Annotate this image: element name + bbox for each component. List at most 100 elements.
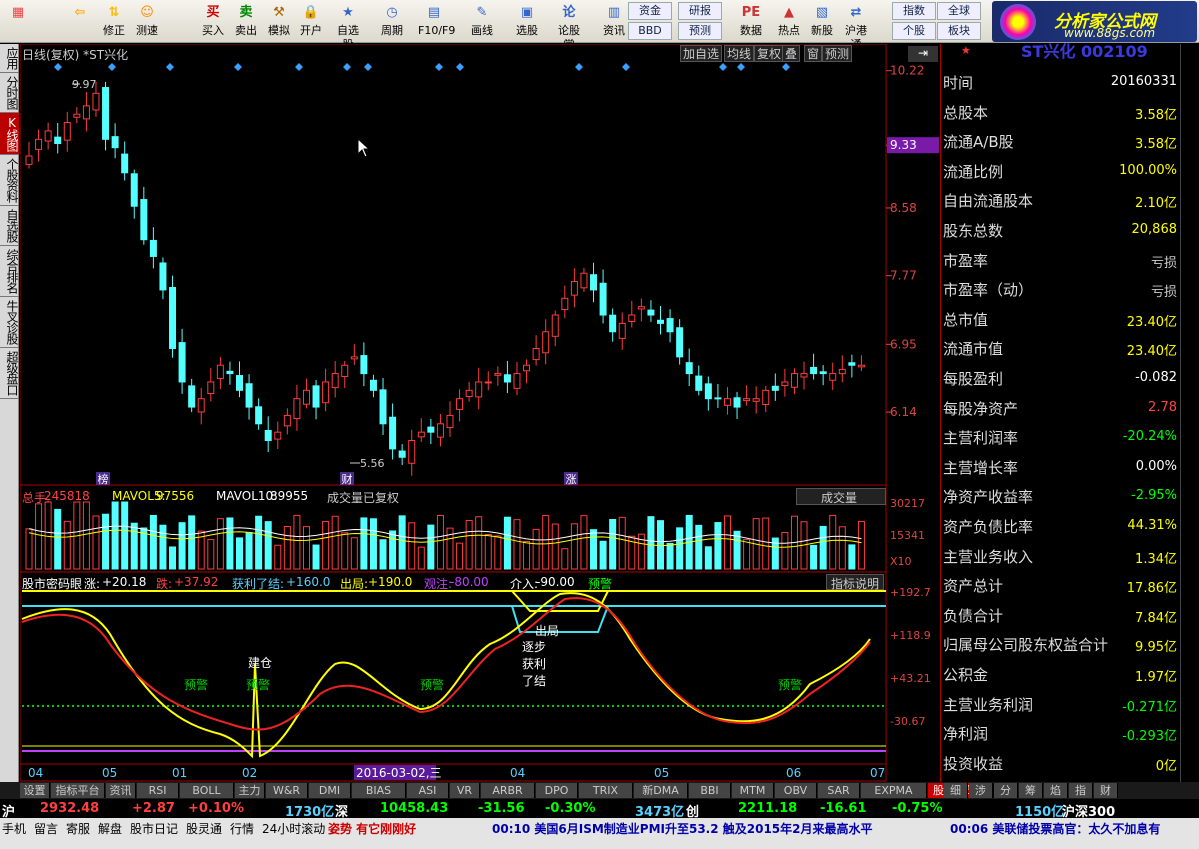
tab-19[interactable]: EXPMA (861, 783, 927, 798)
volume-bar (341, 532, 349, 570)
tab-16[interactable]: MTM (732, 783, 774, 798)
tab-6[interactable]: W&R (266, 783, 308, 798)
clock-button[interactable]: ◷ 周期 (376, 1, 408, 42)
candle-body (580, 272, 588, 289)
kline-chart-area[interactable]: 日线(复权) *ST兴化 加自选 均线 复权叠窗预测 ⇥ 10.22 9.33 8.58… (20, 44, 940, 782)
sidebar-item-2[interactable]: K线图 (0, 113, 19, 155)
tab-15[interactable]: BBI (689, 783, 731, 798)
toolbar-small-3[interactable]: 预测 (678, 22, 722, 40)
candle-body (637, 306, 645, 310)
hot-button[interactable]: ▲ 热点 (773, 1, 805, 42)
right-tab-2[interactable]: 分 (994, 783, 1018, 798)
tab-5[interactable]: 主力 (235, 783, 265, 798)
toolbar-small-0[interactable]: 资金 (628, 2, 672, 20)
news-button[interactable]: ▥ 资讯 (598, 1, 630, 42)
info-key: 每股净资产 (943, 399, 1019, 418)
tab-4[interactable]: BOLL (180, 783, 234, 798)
sidebar-item-5[interactable]: 综合排名 (0, 246, 19, 297)
indicator-explain-button[interactable]: 指标说明 (826, 574, 884, 591)
toolbar-small-2[interactable]: BBD (628, 22, 672, 40)
right-tab-1[interactable]: 涉 (969, 783, 993, 798)
sell-button[interactable]: 卖卖出 (230, 1, 262, 42)
right-tab-5[interactable]: 指 (1069, 783, 1093, 798)
toolbar-small-4[interactable]: 指数 (892, 2, 936, 20)
window-button[interactable]: ▦ (2, 1, 34, 42)
ind-yj: 预警 (588, 577, 613, 591)
tab-14[interactable]: 新DMA (634, 783, 688, 798)
up-down-button[interactable]: ⇅ 修正 (98, 1, 130, 42)
tab-17[interactable]: OBV (775, 783, 817, 798)
toolbar-small-7[interactable]: 板块 (937, 22, 981, 40)
right-tab-3[interactable]: 筹 (1019, 783, 1043, 798)
indicator-tick-label: -30.67 (890, 715, 925, 728)
buy-button[interactable]: 买买入 (197, 1, 229, 42)
tab-13[interactable]: TRIX (579, 783, 633, 798)
news-ticker-2[interactable]: 00:06 美联储投票高官：太久不加息有 (950, 820, 1199, 837)
right-tab-4[interactable]: 焰 (1044, 783, 1068, 798)
status-item[interactable]: 股市日记 (130, 820, 178, 837)
sidebar-item-1[interactable]: 分时图 (0, 73, 19, 113)
volume-dropdown[interactable]: 成交量 (796, 488, 886, 505)
tab-10[interactable]: VR (450, 783, 480, 798)
star-icon[interactable]: ★ (961, 44, 971, 57)
back-arrow-button[interactable]: ⇦ (64, 1, 96, 42)
candle-body (752, 398, 760, 402)
sidebar-item-7[interactable]: 超级盘口 (0, 348, 19, 399)
info-button[interactable]: ▤ F10/F9 (418, 1, 455, 42)
status-item[interactable]: 股灵通 (186, 820, 222, 837)
tab-8[interactable]: BIAS (352, 783, 406, 798)
sh-change: +2.87 (132, 801, 175, 816)
status-item[interactable]: 解盘 (98, 820, 122, 837)
star-button[interactable]: ★ 自选股 (332, 1, 364, 51)
candle-body (628, 314, 636, 323)
stopwatch-button[interactable]: ☺ 测速 (131, 1, 163, 42)
tab-2[interactable]: 资讯 (106, 783, 136, 798)
date-label: 05 (102, 766, 117, 780)
sidebar-item-3[interactable]: 个股资料 (0, 155, 19, 206)
info-key: 归属母公司股东权益合计 (943, 636, 1109, 655)
tab-9[interactable]: ASI (407, 783, 449, 798)
news-ticker-1[interactable]: 00:10 美国6月ISM制造业PMI升至53.2 触及2015年2月来最高水平 (492, 820, 873, 837)
sidebar-item-0[interactable]: 应用 (0, 44, 19, 73)
tab-3[interactable]: RSI (137, 783, 179, 798)
tab-7[interactable]: DMI (309, 783, 351, 798)
tab-0[interactable]: 设置 (20, 783, 50, 798)
monitor-button[interactable]: ▣ 选股 (511, 1, 543, 42)
info-row: 总市值 23.40亿 (941, 305, 1181, 335)
pe-button[interactable]: PE 数据 (735, 1, 767, 42)
tab-18[interactable]: SAR (818, 783, 860, 798)
chat-button[interactable]: 论论股堂 (553, 1, 585, 51)
status-item[interactable]: 行情 (230, 820, 254, 837)
ind-name: 股市密码眼 (22, 577, 83, 591)
toolbar-small-5[interactable]: 全球 (937, 2, 981, 20)
right-tab-6[interactable]: 财 (1094, 783, 1118, 798)
status-item[interactable]: 手机 (2, 820, 26, 837)
chat-icon: 论 (562, 5, 576, 20)
toolbar-label: 修正 (103, 24, 125, 37)
hammer-button[interactable]: ⚒ 模拟 (263, 1, 295, 42)
ipo-button[interactable]: ▧ 新股 (806, 1, 838, 42)
toolbar-small-1[interactable]: 研报 (678, 2, 722, 20)
tab-11[interactable]: ARBR (481, 783, 535, 798)
status-item[interactable]: 24小时滚动 (262, 820, 325, 837)
candle-body (723, 398, 731, 406)
status-item[interactable]: 留言 (34, 820, 58, 837)
volume-bar (513, 519, 521, 570)
info-value: -0.293亿 (1122, 729, 1177, 745)
candle-body (245, 383, 253, 408)
candle-body (159, 262, 167, 291)
candle-body (379, 389, 387, 425)
toolbar-small-6[interactable]: 个股 (892, 22, 936, 40)
sidebar-item-4[interactable]: 自选股 (0, 206, 19, 246)
volume-bar (178, 522, 186, 570)
sse-hk-button[interactable]: ⇄ 沪港通 (840, 1, 872, 51)
info-key: 资产总计 (943, 577, 1004, 596)
lock-button[interactable]: 🔒 开户 (295, 1, 327, 42)
tab-12[interactable]: DPO (536, 783, 578, 798)
right-tab-0[interactable]: 细 (944, 783, 968, 798)
info-value: 0.00% (1135, 458, 1177, 474)
tab-1[interactable]: 指标平台 (51, 783, 105, 798)
status-item[interactable]: 寄服 (66, 820, 90, 837)
pen-button[interactable]: ✎ 画线 (466, 1, 498, 42)
sidebar-item-6[interactable]: 牛叉诊股 (0, 297, 19, 348)
